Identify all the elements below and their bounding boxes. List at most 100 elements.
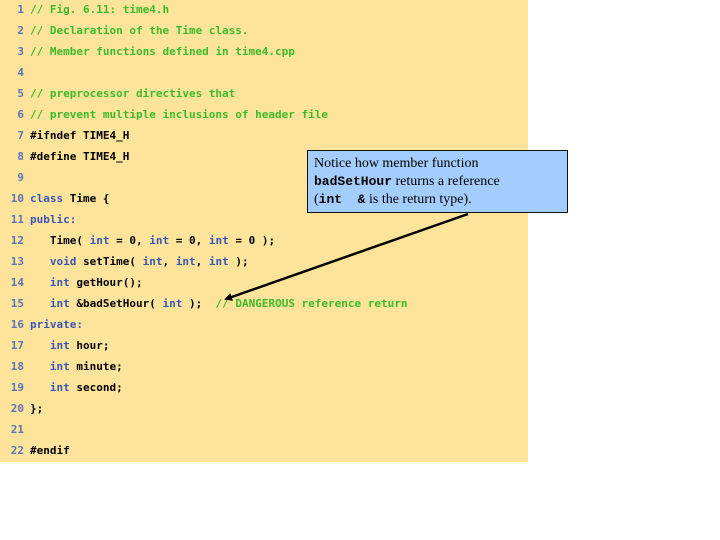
code-comment: // Member functions defined in time4.cpp [30, 45, 295, 58]
code-line: 15 int &badSetHour( int ); // DANGEROUS … [0, 294, 408, 314]
code-text: , [195, 255, 209, 268]
code-text: , [162, 255, 176, 268]
line-number: 18 [10, 360, 24, 373]
line-number: 15 [10, 297, 24, 310]
code-line: 18 int minute; [0, 357, 123, 377]
code-line: 17 int hour; [0, 336, 110, 356]
code-keyword: int [208, 234, 229, 247]
code-keyword: int [49, 297, 70, 310]
code-keyword: int [142, 255, 163, 268]
line-number: 11 [10, 213, 24, 226]
code-line: 12 Time( int = 0, int = 0, int = 0 ); [0, 231, 275, 251]
code-text: #ifndef TIME4_H [30, 129, 130, 142]
code-keyword: void [49, 255, 77, 268]
code-text: = 0 ); [228, 234, 276, 247]
code-line: 14 int getHour(); [0, 273, 143, 293]
code-keyword: int [49, 276, 70, 289]
code-text: }; [30, 402, 44, 415]
code-text: #endif [30, 444, 70, 457]
callout-code-int-ref: int & [318, 192, 366, 207]
callout-text: Notice how member function [314, 156, 479, 171]
line-number: 1 [17, 3, 24, 16]
code-comment: // Fig. 6.11: time4.h [30, 3, 170, 16]
callout-code-badsethour: badSetHour [314, 174, 393, 189]
code-line: 13 void setTime( int, int, int ); [0, 252, 249, 272]
callout-line-3: (int & is the return type). [314, 191, 561, 209]
code-text: second; [69, 381, 123, 394]
code-text: Time { [63, 192, 110, 205]
line-number: 3 [17, 45, 24, 58]
code-line: 1 // Fig. 6.11: time4.h [0, 0, 169, 20]
line-number: 6 [17, 108, 24, 121]
code-keyword: int [208, 255, 229, 268]
code-text: setTime( [76, 255, 143, 268]
code-line: 11 public: [0, 210, 77, 230]
code-keyword: int [49, 360, 70, 373]
code-text: = 0, [169, 234, 209, 247]
code-text: minute; [69, 360, 123, 373]
line-number: 16 [10, 318, 24, 331]
line-number: 9 [17, 171, 24, 184]
code-line: 3 // Member functions defined in time4.cp… [0, 42, 295, 62]
code-keyword: int [89, 234, 110, 247]
code-line: 21 [0, 420, 30, 440]
line-number: 17 [10, 339, 24, 352]
line-number: 21 [10, 423, 24, 436]
code-keyword: int [49, 339, 70, 352]
code-line: 8 #define TIME4_H [0, 147, 129, 167]
callout-text: returns a reference [392, 174, 500, 189]
code-keyword: int [175, 255, 196, 268]
code-text: hour; [69, 339, 110, 352]
code-line: 2 // Declaration of the Time class. [0, 21, 249, 41]
code-keyword: class [30, 192, 64, 205]
code-keyword: int [49, 381, 70, 394]
line-number: 10 [10, 192, 24, 205]
code-keyword: private: [30, 318, 83, 331]
code-keyword: int [162, 297, 183, 310]
code-text: &badSetHour( [69, 297, 163, 310]
code-line: 20}; [0, 399, 44, 419]
code-comment: // preprocessor directives that [30, 87, 236, 100]
line-number: 7 [17, 129, 24, 142]
code-text: getHour(); [69, 276, 143, 289]
line-number: 14 [10, 276, 24, 289]
code-keyword: public: [30, 213, 77, 226]
line-number: 20 [10, 402, 24, 415]
line-number: 22 [10, 444, 24, 457]
line-number: 13 [10, 255, 24, 268]
code-line: 10 class Time { [0, 189, 110, 209]
code-text: = 0, [109, 234, 150, 247]
callout-line-2: badSetHour returns a reference [314, 173, 561, 191]
code-line: 5 // preprocessor directives that [0, 84, 235, 104]
callout-line-1: Notice how member function [314, 155, 561, 173]
line-number: 19 [10, 381, 24, 394]
code-comment: // prevent multiple inclusions of header… [30, 108, 329, 121]
code-text: #define TIME4_H [30, 150, 130, 163]
code-text: ); [182, 297, 216, 310]
code-keyword: int [149, 234, 170, 247]
code-line: 22 #endif [0, 441, 70, 461]
code-line: 19 int second; [0, 378, 123, 398]
line-number: 5 [17, 87, 24, 100]
code-line: 4 [0, 63, 30, 83]
line-number: 8 [17, 150, 24, 163]
code-line: 6 // prevent multiple inclusions of heade… [0, 105, 328, 125]
code-line: 9 [0, 168, 30, 188]
code-comment: // Declaration of the Time class. [30, 24, 249, 37]
callout-note: Notice how member function badSetHour re… [307, 150, 568, 213]
line-number: 4 [17, 66, 24, 79]
code-line: 7 #ifndef TIME4_H [0, 126, 129, 146]
line-number: 2 [17, 24, 24, 37]
code-text: ); [228, 255, 249, 268]
line-number: 12 [10, 234, 24, 247]
code-text: Time( [30, 234, 90, 247]
code-panel: 1 // Fig. 6.11: time4.h 2 // Declaration of… [0, 0, 528, 462]
code-line: 16 private: [0, 315, 83, 335]
code-comment: // DANGEROUS reference return [215, 297, 408, 310]
